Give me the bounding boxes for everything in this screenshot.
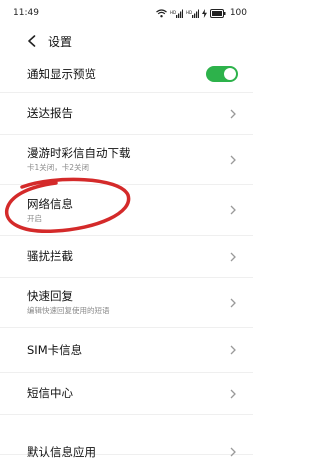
setting-default-sms-app[interactable]: 默认信息应用: [0, 415, 253, 459]
setting-delivery-report[interactable]: 送达报告: [0, 93, 253, 135]
setting-title: SIM卡信息: [27, 342, 83, 357]
setting-sms-center[interactable]: 短信中心: [0, 373, 253, 415]
chevron-right-icon: [230, 155, 236, 164]
chevron-right-icon: [230, 298, 236, 307]
chevron-right-icon: [230, 252, 236, 261]
setting-title: 通知显示预览: [27, 66, 96, 81]
signal-icon-sim2: HD: [186, 9, 199, 18]
setting-title: 默认信息应用: [27, 445, 96, 459]
chevron-right-icon: [230, 447, 236, 457]
chevron-right-icon: [230, 205, 236, 215]
wifi-icon: [155, 8, 167, 17]
setting-quick-reply[interactable]: 快速回复 编辑快速回复使用的短语: [0, 278, 253, 328]
back-button[interactable]: [20, 30, 42, 52]
chevron-right-icon: [230, 389, 236, 398]
status-icons: HD HD 100: [155, 8, 247, 18]
settings-list: 通知显示预览 送达报告 漫游时彩信自动下载 卡1关闭，卡2关闭 网络信息 开启 …: [0, 56, 253, 459]
setting-roaming-mms-download[interactable]: 漫游时彩信自动下载 卡1关闭，卡2关闭: [0, 135, 253, 185]
setting-sim-info[interactable]: SIM卡信息: [0, 328, 253, 373]
notification-preview-toggle[interactable]: [206, 66, 238, 82]
setting-title: 骚扰拦截: [27, 249, 73, 263]
svg-text:HD: HD: [186, 10, 192, 15]
setting-title: 短信中心: [27, 386, 73, 400]
setting-title: 快速回复: [27, 289, 73, 303]
setting-subtitle: 卡1关闭，卡2关闭: [27, 163, 90, 172]
chevron-right-icon: [230, 345, 236, 355]
setting-subtitle: 编辑快速回复使用的短语: [27, 306, 110, 315]
svg-text:HD: HD: [170, 10, 176, 15]
chevron-right-icon: [230, 109, 236, 118]
page-title: 设置: [48, 34, 73, 49]
signal-icon-sim1: HD: [170, 9, 183, 18]
status-time: 11:49: [13, 8, 39, 18]
back-arrow-icon: [27, 35, 35, 47]
charging-icon: [201, 8, 207, 18]
battery-icon: [209, 8, 226, 18]
setting-title: 网络信息: [27, 196, 73, 211]
setting-title: 漫游时彩信自动下载: [27, 146, 131, 160]
setting-network-info[interactable]: 网络信息 开启: [0, 185, 253, 236]
battery-level: 100: [229, 8, 247, 18]
setting-title: 送达报告: [27, 106, 73, 120]
status-bar: 11:49 HD HD 100: [0, 0, 253, 26]
toggle-knob: [224, 68, 236, 80]
setting-notification-preview[interactable]: 通知显示预览: [0, 56, 253, 93]
setting-subtitle: 开启: [27, 213, 42, 223]
setting-harassment-block[interactable]: 骚扰拦截: [0, 236, 253, 278]
title-bar: 设置: [0, 26, 253, 56]
